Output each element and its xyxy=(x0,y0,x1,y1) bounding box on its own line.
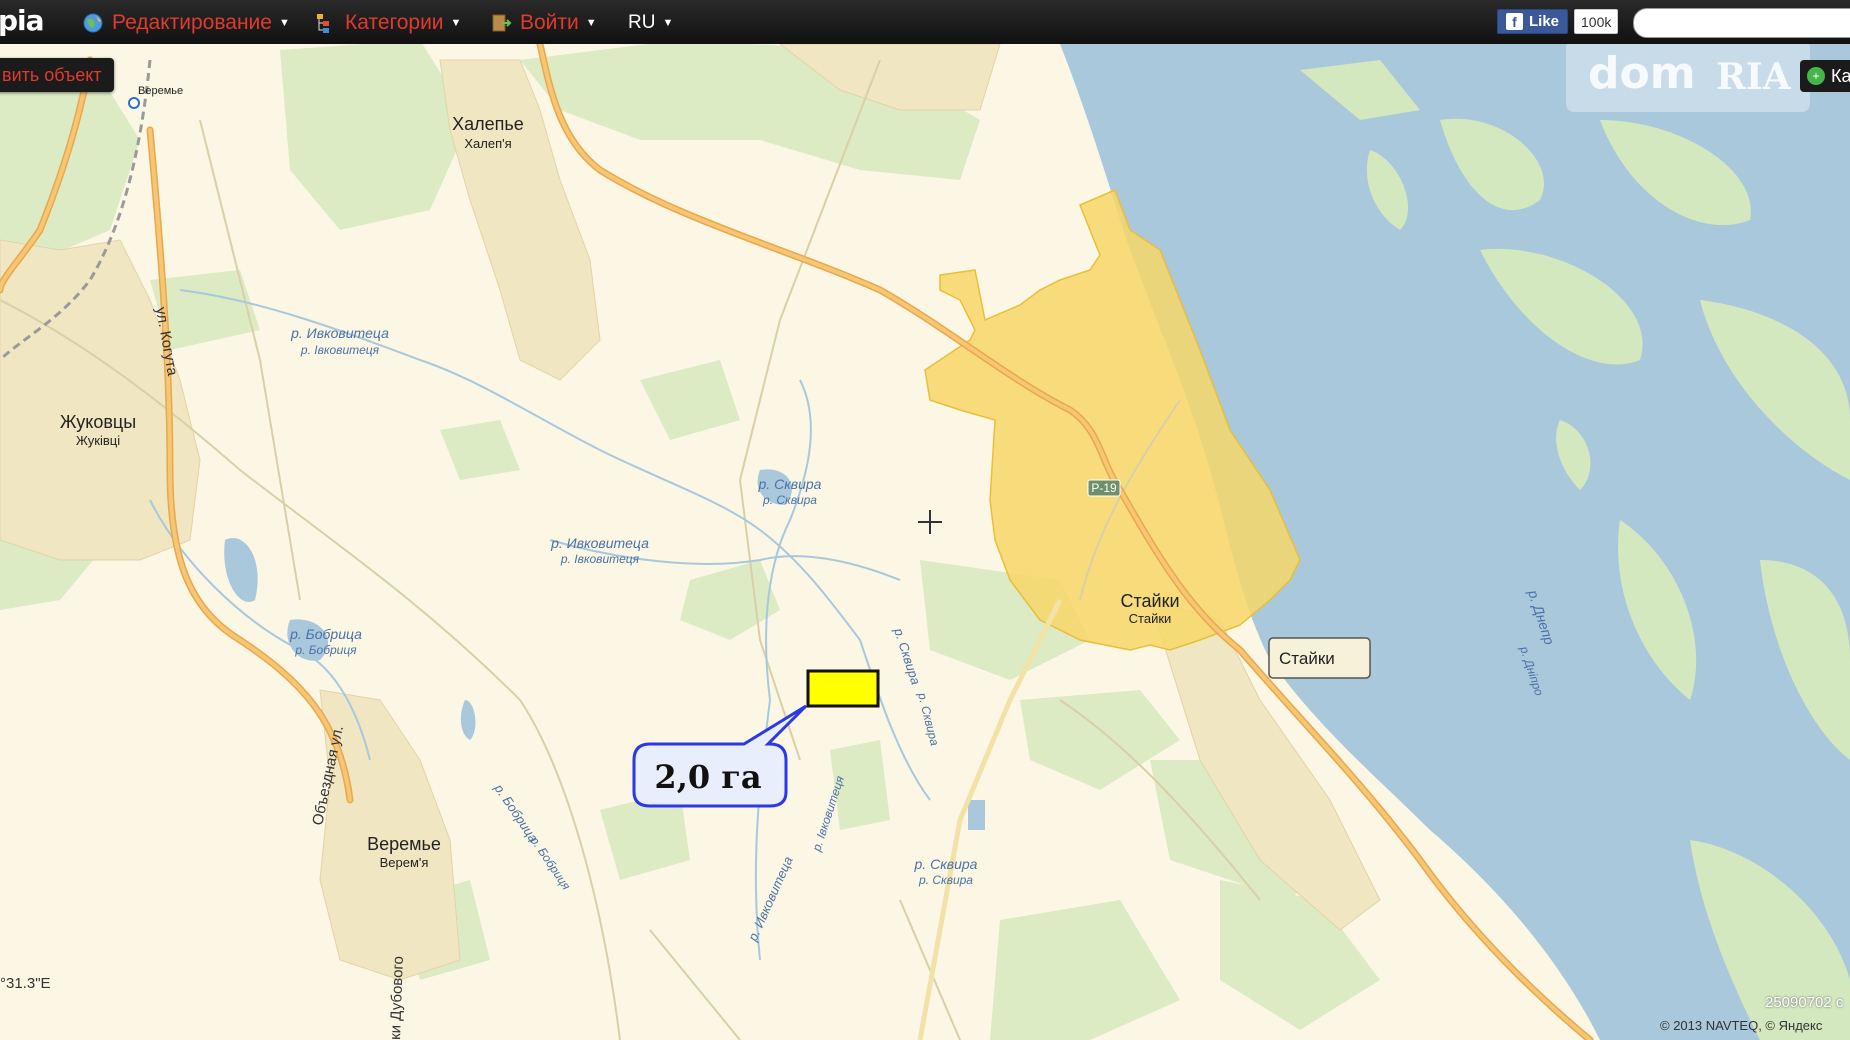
place-label-veremye: Веремье xyxy=(367,834,441,854)
domria-watermark-logo: dom RIA xyxy=(1566,40,1810,112)
facebook-like-count: 100k xyxy=(1574,9,1619,34)
app-logo[interactable]: pia xyxy=(0,4,45,37)
menu-categories[interactable]: Категории ▼ xyxy=(315,10,461,36)
facebook-like-button[interactable]: f Like xyxy=(1497,9,1569,34)
map-canvas[interactable]: Р-19 Халепье Халеп'я Жуковцы Жуківці Вер… xyxy=(0,0,1850,1040)
river-label-ivkovitseya-2: р. Ивковитеца xyxy=(550,535,649,551)
chevron-down-icon: ▼ xyxy=(278,17,290,29)
chevron-down-icon: ▼ xyxy=(585,17,597,29)
map-id-label: 25090702 c xyxy=(1765,994,1844,1011)
globe-icon xyxy=(83,13,103,33)
facebook-like-label: Like xyxy=(1529,13,1560,30)
plot-area-label: 2,0 га xyxy=(654,758,761,796)
svg-text:Р-19: Р-19 xyxy=(1091,481,1117,495)
river-label-skvira-1: р. Сквира xyxy=(758,476,822,492)
login-icon xyxy=(492,14,512,32)
river-label-ivkovitseya-1: р. Ивковитеца xyxy=(290,325,389,341)
place-label-staiki: Стайки xyxy=(1120,591,1179,611)
place-label-zhukovtsy: Жуковцы xyxy=(60,412,136,432)
ka-button-label: Ка xyxy=(1831,65,1850,86)
map-pin-icon[interactable] xyxy=(128,97,140,109)
menu-login[interactable]: Войти ▼ xyxy=(490,10,597,36)
river-sublabel-ivkovitseya-1: р. Івковитеця xyxy=(300,343,380,357)
watermark-ria: RIA xyxy=(1716,56,1791,98)
menu-edit[interactable]: Редактирование ▼ xyxy=(82,10,290,36)
svg-text:Стайки: Стайки xyxy=(1279,649,1335,668)
watermark-dom: dom xyxy=(1588,48,1696,99)
categories-icon xyxy=(317,14,329,33)
place-label-halepye: Халепье xyxy=(452,114,524,134)
plus-icon: + xyxy=(1807,67,1825,85)
add-object-label: вить объект xyxy=(2,64,102,85)
land-plot-marker[interactable] xyxy=(806,669,880,708)
coordinates-readout: °31.3"E xyxy=(0,975,51,992)
street-label-dubovogo: ки Дубового xyxy=(387,956,407,1040)
place-sublabel-halepye: Халеп'я xyxy=(464,136,511,151)
top-navbar: pia Редактирование ▼ Категории ▼ Войти ▼… xyxy=(0,0,1850,44)
map-copyright: © 2013 NAVTEQ, © Яндекс xyxy=(1660,1018,1823,1033)
small-label-veremye: Веремье xyxy=(138,85,183,97)
add-object-button[interactable]: вить объект xyxy=(0,58,114,92)
search-input[interactable] xyxy=(1633,8,1850,38)
place-sublabel-staiki: Стайки xyxy=(1129,611,1172,626)
ka-button[interactable]: + Ка xyxy=(1800,60,1850,92)
chevron-down-icon: ▼ xyxy=(450,17,462,29)
river-sublabel-skvira-1: р. Сквира xyxy=(762,493,817,507)
river-sublabel-skvira-2: р. Сквира xyxy=(918,873,973,887)
river-sublabel-bobritsa: р. Бобриця xyxy=(294,643,357,657)
menu-edit-label: Редактирование xyxy=(112,11,272,34)
facebook-icon: f xyxy=(1506,13,1523,30)
place-sublabel-veremye: Верем'я xyxy=(380,855,429,870)
staiki-tooltip[interactable]: Стайки xyxy=(1268,637,1371,679)
menu-language[interactable]: RU ▼ xyxy=(628,10,673,36)
road-badge-p19: Р-19 xyxy=(1087,479,1121,497)
river-label-skvira-2: р. Сквира xyxy=(914,856,978,872)
river-sublabel-ivkovitseya-2: р. Івковитеця xyxy=(560,552,640,566)
menu-categories-label: Категории xyxy=(345,11,444,34)
menu-language-label: RU xyxy=(628,12,656,33)
chevron-down-icon: ▼ xyxy=(662,17,674,29)
menu-login-label: Войти xyxy=(520,11,579,34)
facebook-like-widget[interactable]: f Like 100k xyxy=(1497,9,1619,34)
place-sublabel-zhukovtsy: Жуківці xyxy=(76,433,120,448)
river-label-bobritsa: р. Бобрица xyxy=(289,626,362,642)
